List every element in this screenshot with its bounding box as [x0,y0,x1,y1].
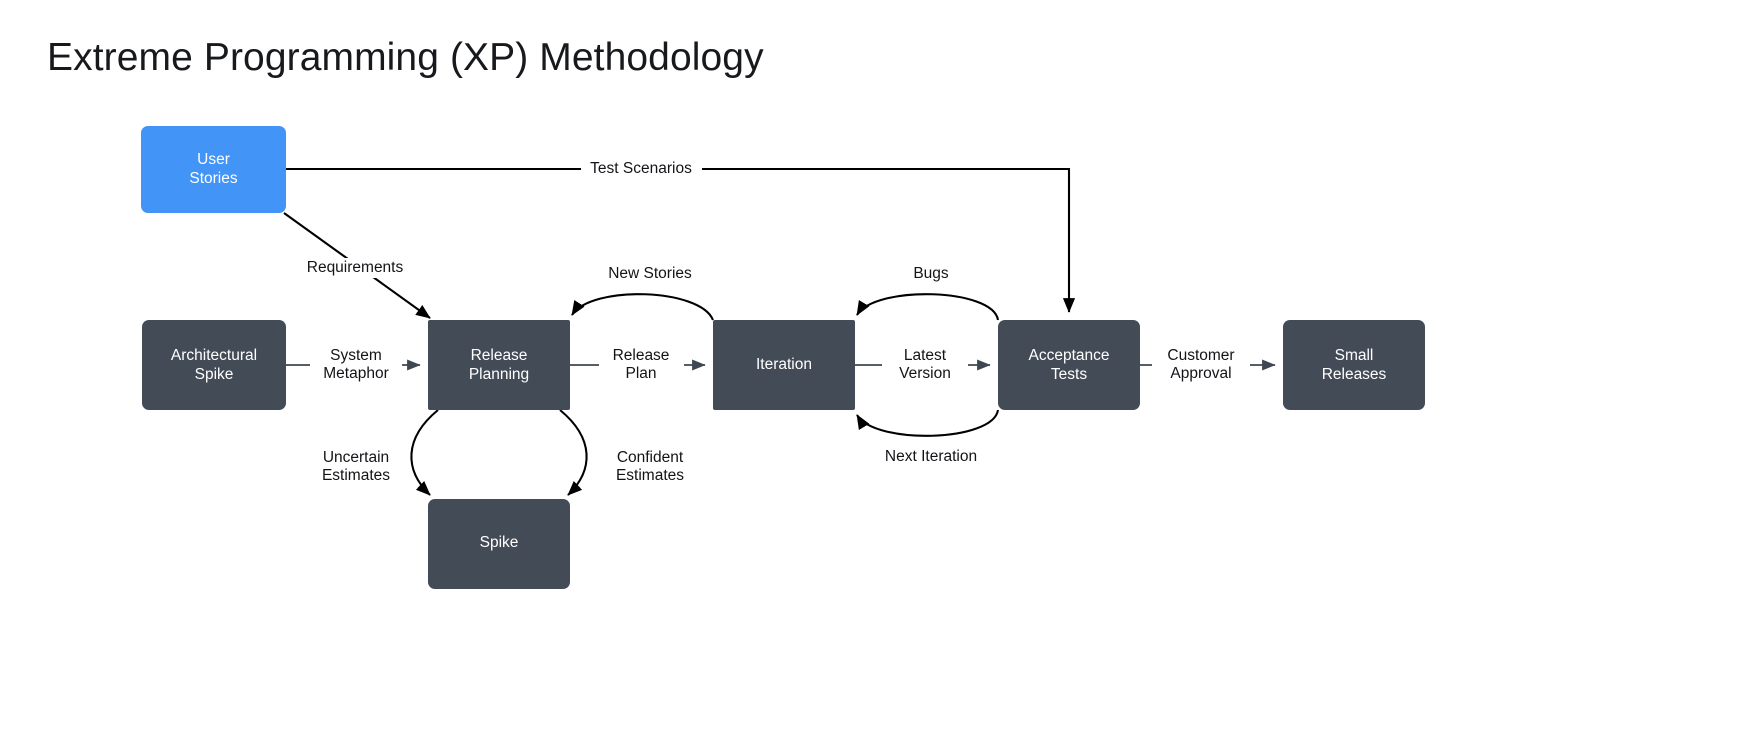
edge-release-plan-label-1: Release [613,347,670,364]
edge-latest-version-label-1: Latest [904,347,947,364]
node-acceptance-tests-label-1: Acceptance [1029,347,1110,364]
node-architectural-spike[interactable]: Architectural Spike [142,320,286,410]
node-small-releases[interactable]: Small Releases [1283,320,1425,410]
edge-confident-estimates-label-2: Estimates [616,467,684,484]
edge-uncertain-estimates-path [410,409,439,496]
node-spike[interactable]: Spike [428,499,570,589]
edge-bugs-path [856,293,1000,321]
edge-uncertain-estimates: Uncertain Estimates [307,409,439,496]
node-user-stories-label-1: User [197,151,230,168]
node-small-releases-label-2: Releases [1322,366,1387,383]
edge-confident-estimates-path [559,409,588,496]
edge-release-plan-label-2: Plan [625,365,656,382]
node-user-stories-label-2: Stories [189,170,237,187]
node-release-planning[interactable]: Release Planning [428,320,570,410]
edge-bugs: Bugs [856,264,1000,321]
node-architectural-spike-rect[interactable] [142,320,286,410]
edge-release-plan: Release Plan [570,344,706,386]
edge-confident-estimates: Confident Estimates [559,409,699,496]
edge-new-stories-path [571,293,714,321]
node-architectural-spike-label-1: Architectural [171,347,257,364]
edge-customer-approval-label-2: Approval [1170,365,1231,382]
edge-latest-version-label-2: Version [899,365,951,382]
node-small-releases-label-1: Small [1335,347,1374,364]
edge-next-iteration-path [856,409,1000,437]
edge-test-scenarios-path [286,167,1076,313]
edge-test-scenarios: Test Scenarios [286,159,1076,313]
node-user-stories[interactable]: User Stories [141,126,286,213]
edge-latest-version: Latest Version [855,344,991,386]
edge-uncertain-estimates-label-1: Uncertain [323,449,389,466]
edge-customer-approval-label-1: Customer [1167,347,1234,364]
node-release-planning-label-1: Release [471,347,528,364]
node-spike-label-1: Spike [480,534,519,551]
node-acceptance-tests-label-2: Tests [1051,366,1087,383]
node-iteration[interactable]: Iteration [713,320,855,410]
node-architectural-spike-label-2: Spike [195,366,234,383]
edge-system-metaphor-label-2: Metaphor [323,365,388,382]
xp-methodology-flowchart: Test Scenarios Requirements System Metap… [141,126,1425,589]
edge-new-stories-label: New Stories [608,265,692,282]
node-acceptance-tests-rect[interactable] [998,320,1140,410]
edge-requirements: Requirements [283,212,431,319]
node-release-planning-label-2: Planning [469,366,529,383]
edge-bugs-label: Bugs [913,265,949,282]
node-small-releases-rect[interactable] [1283,320,1425,410]
edge-requirements-label: Requirements [307,259,404,276]
node-release-planning-rect[interactable] [428,320,570,410]
edge-new-stories: New Stories [571,264,714,321]
edge-customer-approval: Customer Approval [1140,344,1276,386]
edge-system-metaphor-label-1: System [330,347,382,364]
edge-test-scenarios-label: Test Scenarios [590,160,692,177]
edge-next-iteration-label: Next Iteration [885,448,977,465]
edge-next-iteration: Next Iteration [856,409,1000,467]
edge-uncertain-estimates-label-2: Estimates [322,467,390,484]
node-iteration-label-1: Iteration [756,356,812,373]
edge-system-metaphor: System Metaphor [286,344,421,386]
node-acceptance-tests[interactable]: Acceptance Tests [998,320,1140,410]
diagram-canvas: Extreme Programming (XP) Methodology Tes… [0,0,1760,736]
edge-confident-estimates-label-1: Confident [617,449,684,466]
